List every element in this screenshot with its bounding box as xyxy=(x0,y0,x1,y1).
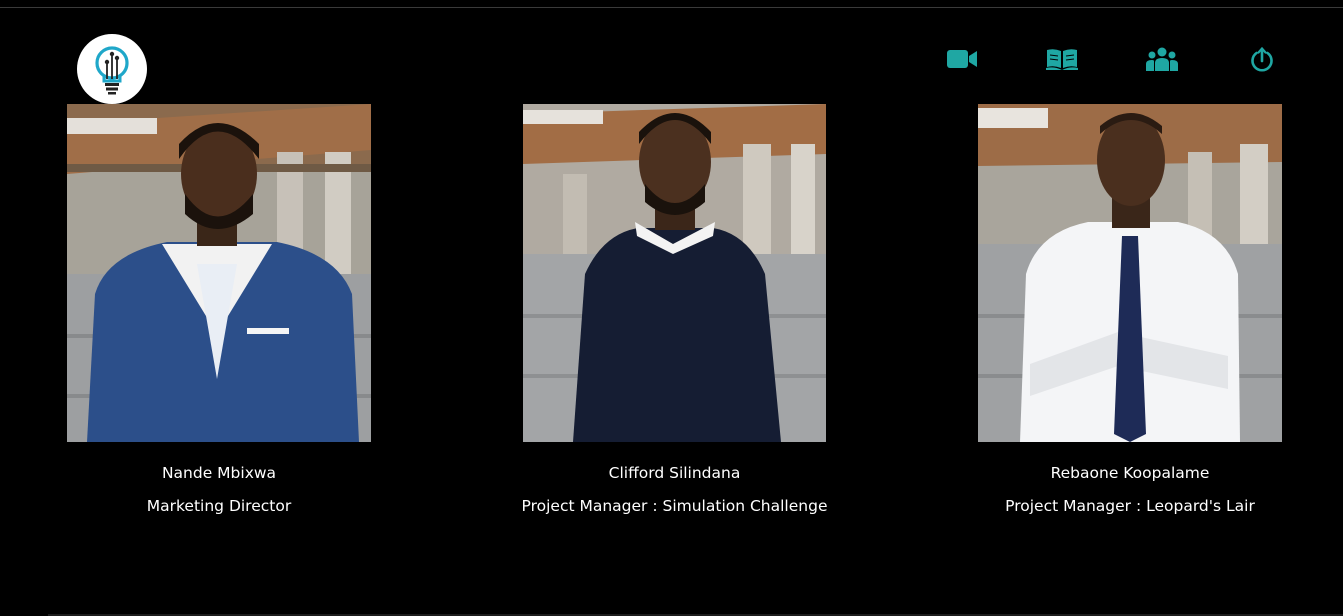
top-nav xyxy=(0,42,1343,76)
nav-signout-button[interactable] xyxy=(1245,42,1279,76)
team-member-role: Project Manager : Leopard's Lair xyxy=(1005,497,1255,515)
team-member-name: Nande Mbixwa xyxy=(161,464,277,482)
team-member-name: Clifford Silindana xyxy=(608,464,741,482)
nav-team-button[interactable] xyxy=(1145,42,1179,76)
team-member-name: Rebaone Koopalame xyxy=(1050,464,1210,482)
power-icon xyxy=(1251,46,1273,72)
video-camera-icon xyxy=(947,50,977,68)
nav-video-button[interactable] xyxy=(945,42,979,76)
top-divider xyxy=(0,7,1343,8)
team-member-role: Marketing Director xyxy=(146,497,292,515)
team-member-photo xyxy=(67,104,371,442)
nav-book-button[interactable] xyxy=(1045,42,1079,76)
team-member-photo xyxy=(523,104,826,442)
open-book-icon xyxy=(1046,49,1078,70)
team-member-photo xyxy=(978,104,1282,442)
people-group-icon xyxy=(1146,47,1178,71)
team-member-role: Project Manager : Simulation Challenge xyxy=(521,497,828,515)
